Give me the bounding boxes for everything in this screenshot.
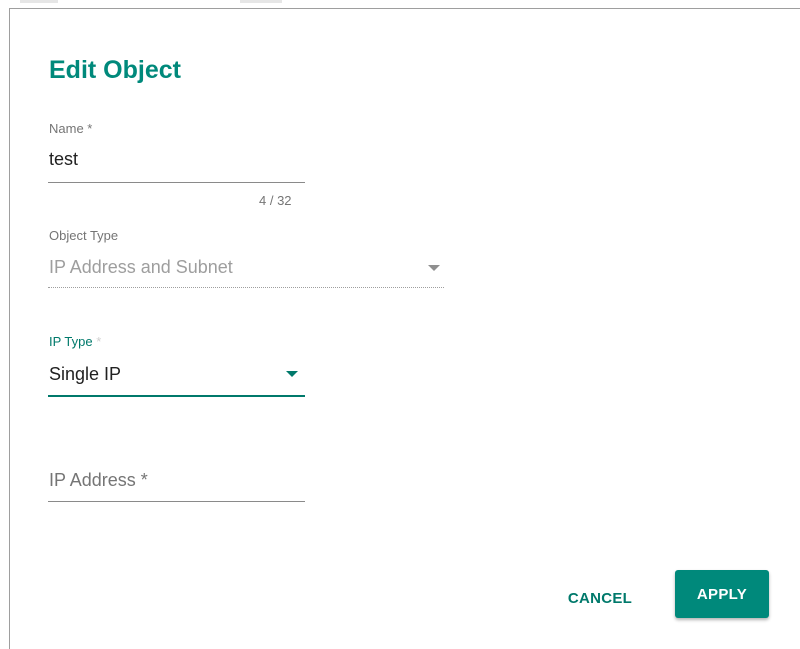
apply-button[interactable]: APPLY	[675, 570, 769, 618]
edit-object-dialog: Edit Object Name * test 4 / 32 Object Ty…	[9, 8, 800, 649]
name-field-label: Name *	[49, 121, 93, 136]
ip-address-underline	[48, 501, 305, 502]
caret-down-icon	[428, 265, 440, 271]
ip-type-value[interactable]: Single IP	[49, 364, 121, 385]
dialog-title: Edit Object	[49, 56, 181, 84]
name-char-counter: 4 / 32	[259, 193, 292, 208]
background-text-fragment	[240, 0, 282, 3]
background-page-strip	[0, 0, 800, 8]
cancel-button[interactable]: CANCEL	[555, 580, 645, 616]
ip-type-required-mark: *	[96, 334, 102, 349]
ip-type-label: IP Type *	[49, 334, 101, 349]
background-text-fragment	[20, 0, 58, 3]
name-input[interactable]: test	[49, 149, 78, 170]
caret-down-icon[interactable]	[286, 371, 298, 377]
object-type-dotted-underline	[48, 287, 444, 288]
ip-type-label-text: IP Type	[49, 334, 93, 349]
ip-type-underline	[48, 395, 305, 397]
object-type-label: Object Type	[49, 228, 119, 243]
ip-address-placeholder[interactable]: IP Address *	[49, 470, 148, 491]
name-field-underline	[48, 182, 305, 183]
object-type-value: IP Address and Subnet	[49, 257, 233, 277]
